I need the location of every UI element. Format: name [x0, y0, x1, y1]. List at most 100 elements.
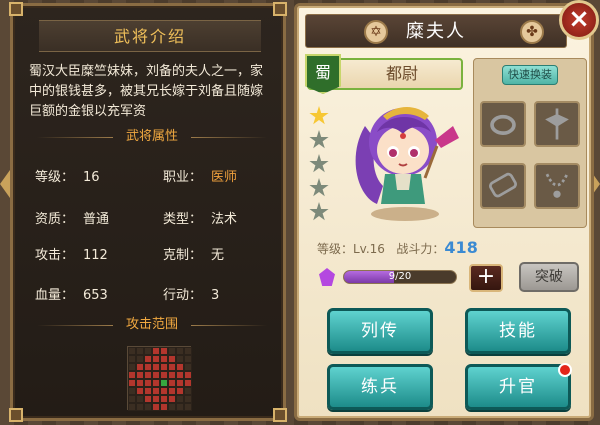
range-cell [160, 379, 168, 387]
corner-deco [273, 408, 287, 422]
range-cell [176, 379, 184, 387]
attr-value: 医师 [211, 170, 238, 185]
range-cell [128, 379, 136, 387]
corner-deco [9, 2, 23, 16]
range-cell [160, 387, 168, 395]
range-cell [160, 363, 168, 371]
attr-value: 653 [83, 288, 108, 303]
attr-level: 等级： 16 [35, 166, 100, 185]
attr-label: 克制： [163, 248, 203, 263]
range-cell [176, 355, 184, 363]
range-cell [176, 395, 184, 403]
quick-equip-button[interactable]: 快速换装 [502, 65, 558, 85]
star-rating [309, 106, 333, 226]
range-cell [184, 403, 192, 411]
star-icon [309, 154, 329, 173]
range-cell [152, 395, 160, 403]
attr-label: 类型： [163, 212, 203, 227]
range-cell [144, 403, 152, 411]
range-cell [128, 363, 136, 371]
range-cell [136, 363, 144, 371]
range-cell [136, 355, 144, 363]
attr-label: 等级： [35, 170, 75, 185]
name-header: ✡ 糜夫人 ✤ [305, 14, 567, 48]
corner-deco [273, 2, 287, 16]
equip-slot-ring[interactable] [480, 101, 526, 147]
swirl-icon[interactable]: ✤ [520, 20, 544, 44]
attr-section-title: 武将属性 [29, 126, 275, 148]
range-cell [152, 363, 160, 371]
power-label: 战斗力： [396, 242, 445, 256]
equip-slot-weapon[interactable] [534, 101, 580, 147]
attack-range-grid [127, 346, 192, 411]
biography-button[interactable]: 列传 [327, 308, 433, 354]
range-cell [128, 403, 136, 411]
star-icon [309, 178, 329, 197]
attr-job: 职业： 医师 [163, 166, 237, 185]
attr-label: 行动： [163, 288, 203, 303]
attr-value: 16 [83, 170, 100, 185]
range-cell [136, 403, 144, 411]
skills-button[interactable]: 技能 [465, 308, 571, 354]
range-cell [168, 355, 176, 363]
range-cell [128, 347, 136, 355]
range-cell [144, 363, 152, 371]
range-cell [152, 355, 160, 363]
range-cell [168, 387, 176, 395]
scroll-icon [489, 172, 517, 198]
equip-slot-scroll[interactable] [480, 163, 526, 209]
breakthrough-button[interactable]: 突破 [519, 262, 579, 292]
equip-slot-necklace[interactable] [534, 163, 580, 209]
close-button[interactable]: × [559, 0, 599, 40]
range-cell [128, 355, 136, 363]
range-cell [152, 347, 160, 355]
range-cell [160, 403, 168, 411]
range-cell [184, 379, 192, 387]
attr-label: 资质： [35, 212, 75, 227]
level-power-line: 等级：Lv.16 战斗力：418 [317, 238, 478, 257]
attr-title-label: 武将属性 [125, 129, 178, 144]
promote-button[interactable]: 升官 [465, 363, 572, 410]
range-cell [184, 395, 192, 403]
intro-title: 武将介绍 [39, 20, 261, 52]
range-cell [160, 395, 168, 403]
range-cell [152, 371, 160, 379]
gem-icon [319, 268, 335, 286]
range-cell [136, 379, 144, 387]
range-cell [176, 387, 184, 395]
add-shard-button[interactable]: + [469, 264, 503, 292]
star-icon [309, 202, 329, 221]
close-icon: × [568, 4, 590, 34]
train-button[interactable]: 练兵 [327, 364, 433, 410]
attr-value: 无 [211, 248, 225, 263]
attr-label: 血量： [35, 288, 75, 303]
range-title-label: 攻击范围 [125, 317, 178, 332]
range-cell [168, 403, 176, 411]
attr-type: 类型： 法术 [163, 208, 237, 227]
range-cell [176, 371, 184, 379]
star-icon [309, 106, 329, 125]
range-cell [176, 403, 184, 411]
range-cell [136, 371, 144, 379]
range-cell [136, 387, 144, 395]
range-cell [144, 347, 152, 355]
corner-deco [9, 408, 23, 422]
range-cell [144, 379, 152, 387]
attr-attack: 攻击： 112 [35, 244, 108, 263]
progress-text: 9/20 [388, 271, 412, 282]
range-cell [144, 395, 152, 403]
general-info-panel: 武将介绍 蜀汉大臣糜竺妹妹，刘备的夫人之一，家中的银钱甚多，被其兄长嫁于刘备且随… [9, 2, 287, 422]
attr-quality: 资质： 普通 [35, 208, 109, 227]
promote-label: 升官 [499, 377, 537, 397]
attr-action: 行动： 3 [163, 284, 219, 303]
range-cell [152, 379, 160, 387]
hero-portrait [355, 107, 459, 221]
rank-label: 都尉 [385, 64, 418, 83]
attr-label: 攻击： [35, 248, 75, 263]
range-cell [152, 387, 160, 395]
necklace-icon [545, 173, 569, 198]
attr-value: 3 [211, 288, 220, 303]
range-cell [184, 363, 192, 371]
attr-hp: 血量： 653 [35, 284, 108, 303]
intro-text: 蜀汉大臣糜竺妹妹，刘备的夫人之一，家中的银钱甚多，被其兄长嫁于刘备且随嫁巨额的金… [29, 64, 264, 119]
